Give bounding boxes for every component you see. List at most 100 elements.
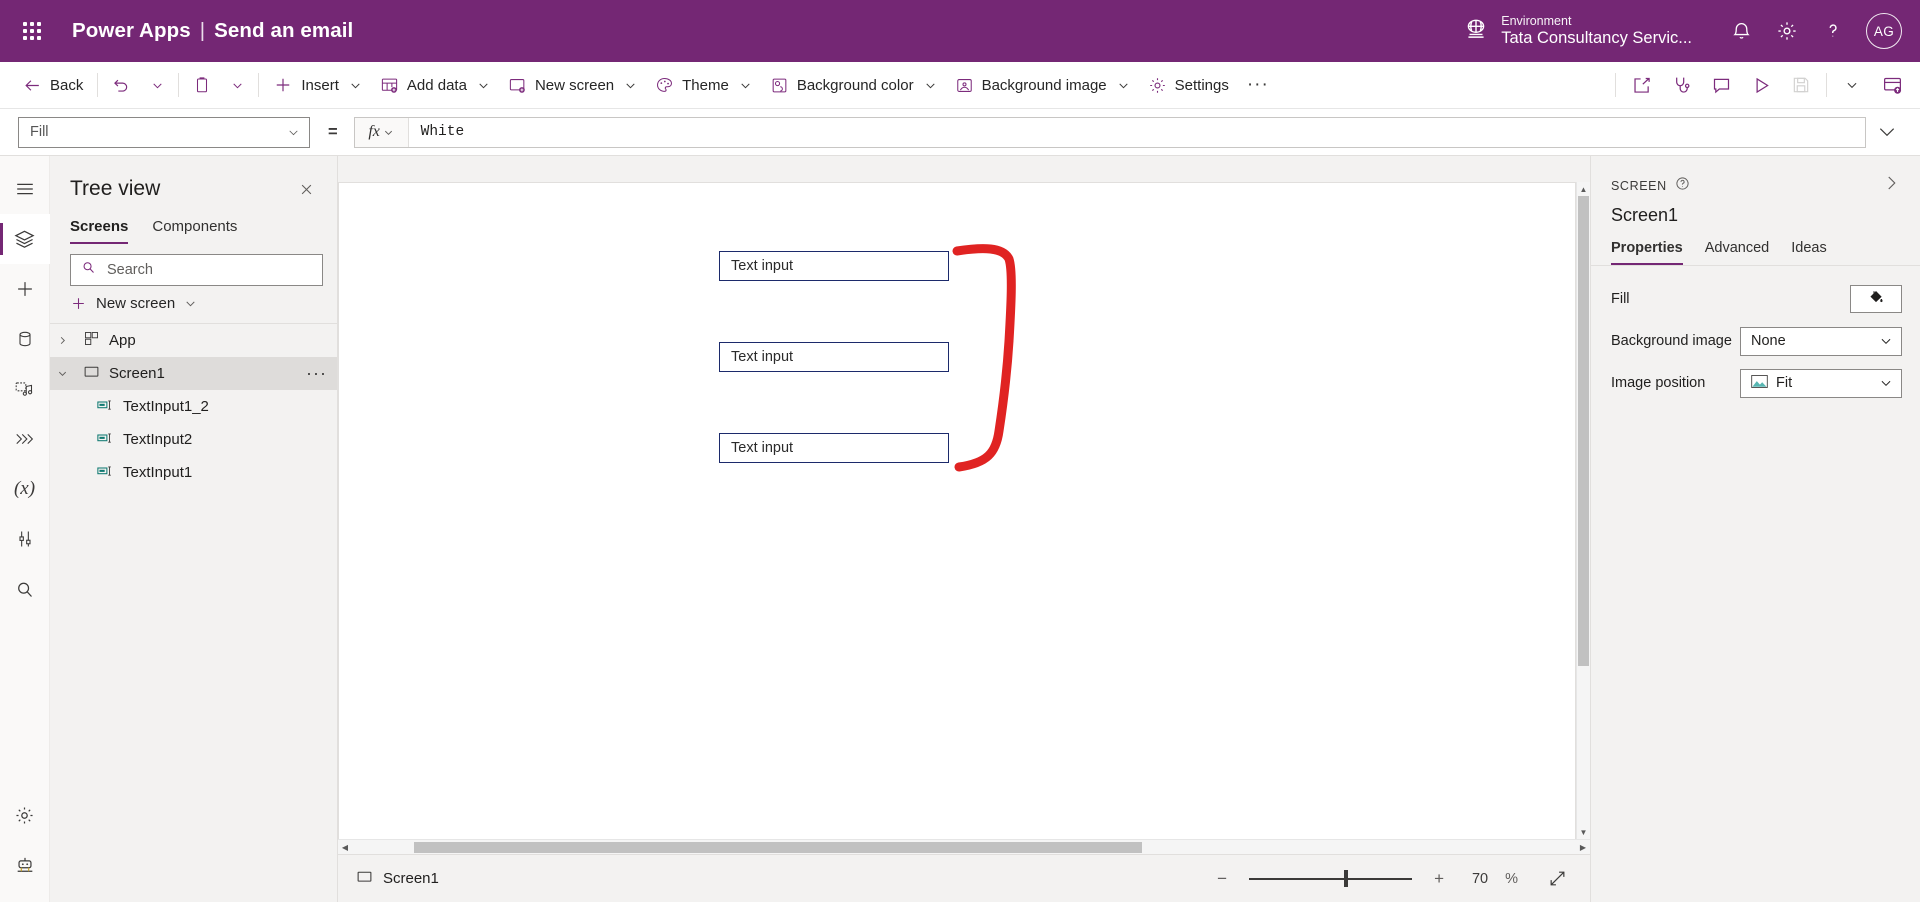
formula-bar: Fill = fx White [0,109,1920,156]
scroll-down-arrow[interactable]: ▼ [1577,825,1591,839]
tree-view-icon[interactable] [0,214,50,264]
chevron-down-icon[interactable] [50,368,74,379]
tab-properties[interactable]: Properties [1611,240,1683,265]
preview-button[interactable] [1741,67,1781,103]
canvas-text-input-1[interactable]: Text input [719,433,949,463]
notifications-icon[interactable] [1718,8,1764,54]
formula-input[interactable]: White [409,118,1865,147]
comments-button[interactable] [1701,67,1741,103]
zoom-in-button[interactable]: + [1426,866,1452,892]
back-button[interactable]: Back [14,67,92,103]
copilot-icon[interactable] [0,840,50,890]
scroll-left-arrow[interactable]: ◀ [338,840,352,854]
background-image-dropdown-value: None [1751,333,1786,349]
media-icon[interactable] [0,364,50,414]
tree-node-app[interactable]: App [50,324,337,357]
property-selector[interactable]: Fill [18,117,310,148]
menu-icon[interactable] [0,164,50,214]
canvas-container: Text input Text input Text input [338,156,1590,902]
background-color-button[interactable]: Background color [761,67,946,103]
property-row-background-image: Background image None [1611,320,1902,362]
screen-canvas[interactable]: Text input Text input Text input [338,182,1576,839]
save-options-button[interactable] [1832,67,1872,103]
formula-expand-button[interactable] [1866,122,1908,142]
canvas-text-input-2[interactable]: Text input [719,342,949,372]
zoom-slider[interactable] [1249,869,1412,889]
search-icon[interactable] [0,564,50,614]
chevron-right-icon[interactable] [50,335,74,346]
tab-screens[interactable]: Screens [70,214,128,244]
paste-options-button[interactable] [220,67,253,103]
app-checker-button[interactable] [1661,67,1701,103]
scroll-right-arrow[interactable]: ▶ [1576,840,1590,854]
tree-node-screen1[interactable]: Screen1 ··· [50,357,337,390]
tree-node-textinput2[interactable]: TextInput2 [50,423,337,456]
help-icon[interactable] [1810,8,1856,54]
insert-label: Insert [301,77,339,94]
zoom-out-button[interactable]: − [1209,866,1235,892]
undo-options-button[interactable] [140,67,173,103]
tools-icon[interactable] [0,514,50,564]
tree-node-textinput1[interactable]: TextInput1 [50,456,337,489]
background-image-dropdown[interactable]: None [1740,327,1902,356]
tab-components[interactable]: Components [152,214,237,244]
text-input-icon [96,396,114,418]
tree-node-textinput1-2[interactable]: TextInput1_2 [50,390,337,423]
add-data-button[interactable]: Add data [371,67,499,103]
environment-name: Tata Consultancy Servic... [1501,29,1692,48]
more-commands-button[interactable]: ··· [1238,67,1278,103]
undo-button[interactable] [103,67,140,103]
data-icon[interactable] [0,314,50,364]
search-box[interactable] [70,254,323,286]
settings-button[interactable]: Settings [1139,67,1238,103]
avatar[interactable]: AG [1866,13,1902,49]
share-button[interactable] [1621,67,1661,103]
zoom-percent-sign: % [1505,871,1518,887]
horizontal-scroll-thumb[interactable] [414,842,1142,853]
brand-separator: | [200,19,205,43]
divider [1615,73,1616,97]
tree-node-more-icon[interactable]: ··· [306,363,327,384]
canvas-text-input-1-2[interactable]: Text input [719,251,949,281]
settings-icon[interactable] [1764,8,1810,54]
vertical-scroll-thumb[interactable] [1578,196,1589,666]
canvas-vertical-scrollbar[interactable]: ▲ ▼ [1576,182,1590,839]
theme-label: Theme [682,77,729,94]
canvas-horizontal-scrollbar[interactable]: ◀ ▶ [338,839,1590,854]
chevron-right-icon[interactable] [1878,172,1904,199]
paste-button[interactable] [184,67,220,103]
tab-advanced[interactable]: Advanced [1705,240,1770,265]
new-screen-menu-button[interactable]: New screen [50,286,337,323]
tab-ideas[interactable]: Ideas [1791,240,1826,265]
image-position-dropdown[interactable]: Fit [1740,369,1902,398]
fit-to-screen-icon[interactable] [1542,865,1572,893]
close-icon[interactable] [291,174,321,204]
publish-button[interactable] [1872,67,1912,103]
search-icon [81,260,96,280]
power-automate-icon[interactable] [0,414,50,464]
insert-button[interactable]: Insert [264,67,371,103]
background-image-button[interactable]: Background image [946,67,1139,103]
app-header: Power Apps | Send an email Environment T… [0,0,1920,62]
status-screen-selector[interactable]: Screen1 [356,868,439,889]
theme-button[interactable]: Theme [646,67,761,103]
paint-bucket-icon [1867,288,1885,311]
fx-button[interactable]: fx [355,118,409,147]
search-input[interactable] [105,261,312,279]
properties-object-name: Screen1 [1611,205,1904,226]
power-apps-studio: Power Apps | Send an email Environment T… [0,0,1920,902]
zoom-slider-knob[interactable] [1344,870,1348,887]
variables-icon[interactable]: (x) [0,464,50,514]
scroll-up-arrow[interactable]: ▲ [1577,182,1591,196]
environment-picker[interactable]: Environment Tata Consultancy Servic... [1463,14,1692,48]
new-screen-button[interactable]: New screen [499,67,646,103]
app-launcher-icon[interactable] [10,9,54,53]
save-button[interactable] [1781,67,1821,103]
screen-icon [356,868,373,889]
fill-swatch[interactable] [1850,285,1902,313]
insert-icon[interactable] [0,264,50,314]
app-settings-icon[interactable] [0,790,50,840]
help-circle-icon[interactable] [1675,176,1690,196]
divider [1826,73,1827,97]
canvas-scroll-region: Text input Text input Text input [338,156,1590,839]
